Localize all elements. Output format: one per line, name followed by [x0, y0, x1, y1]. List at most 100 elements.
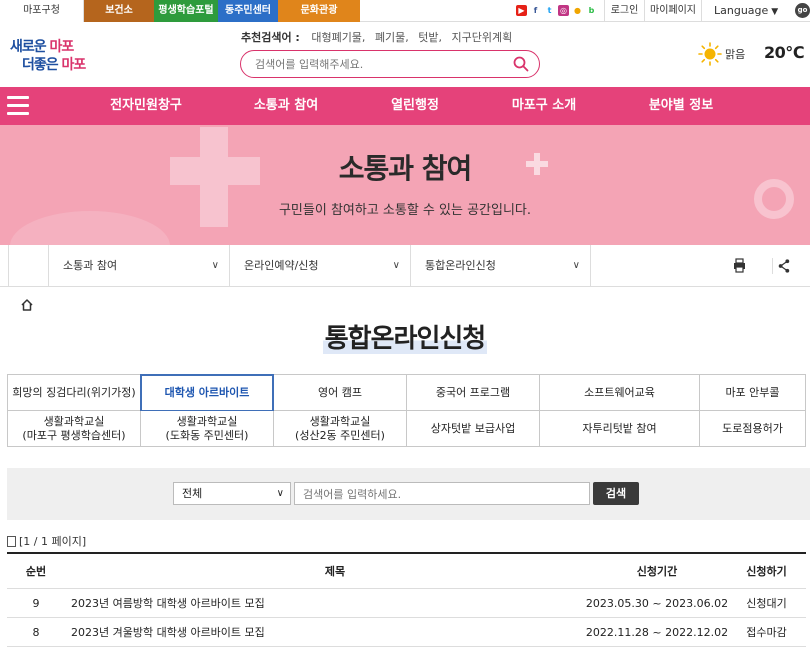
print-icon[interactable]	[726, 258, 752, 274]
location-label: 소통과 참여	[63, 259, 118, 272]
column-header-title: 제목	[324, 565, 346, 578]
category-tab[interactable]: 상자텃밭 보급사업	[407, 411, 540, 447]
site-search-input[interactable]	[255, 56, 505, 72]
recommended-keywords: 추천검색어 : 대형폐기물, 폐기물, 텃밭, 지구단위계획	[241, 29, 518, 45]
share-icon[interactable]	[772, 258, 794, 274]
youtube-icon[interactable]: ▶	[516, 5, 527, 16]
location-label: 통합온라인신청	[425, 259, 496, 272]
section-banner: 소통과 참여 구민들이 참여하고 소통할 수 있는 공간입니다.	[0, 125, 810, 245]
category-tab[interactable]: 중국어 프로그램	[407, 375, 540, 411]
category-tab[interactable]: 생활과학교실 (도화동 주민센터)	[141, 411, 274, 447]
column-header-period: 신청기간	[636, 565, 678, 578]
nav-open-administration[interactable]: 열린행정	[380, 87, 450, 125]
category-tab[interactable]: 자투리텃밭 참여	[540, 411, 700, 447]
sns-links: ▶ f t ◎ ● b	[516, 5, 597, 17]
band-icon[interactable]: b	[586, 5, 597, 16]
location-dropdown-depth3[interactable]: 통합온라인신청 ∨	[410, 245, 591, 287]
row-title-link[interactable]: 2023년 여름방학 대학생 아르바이트 모집	[65, 589, 605, 617]
category-label: 희망의 징검다리(위기가정)	[12, 385, 136, 399]
category-label: 생활과학교실	[176, 414, 238, 428]
page-title-text: 통합온라인신청	[322, 324, 488, 354]
chevron-down-icon: ∨	[211, 260, 219, 271]
chevron-down-icon: ∨	[276, 488, 284, 499]
weather-widget: 맑음 20℃	[696, 40, 810, 68]
page-info-text: [1 / 1 페이지]	[19, 535, 87, 548]
logo-text: 새로운	[10, 39, 50, 55]
site-tab-community-center[interactable]: 동주민센터	[218, 0, 278, 22]
site-header: 새로운 마포 더좋은 마포 추천검색어 : 대형폐기물, 폐기물, 텃밭, 지구…	[0, 22, 810, 87]
category-label: 자투리텃밭 참여	[582, 421, 657, 435]
login-link[interactable]: 로그인	[604, 0, 644, 22]
language-label: Language	[714, 4, 769, 17]
category-label: 생활과학교실	[309, 414, 371, 428]
category-label: 소프트웨어교육	[584, 385, 655, 399]
banner-title: 소통과 참여	[338, 152, 473, 185]
menu-icon[interactable]	[7, 96, 29, 116]
row-apply-status: 접수마감	[746, 626, 787, 639]
category-label-sub: (성산2동 주민센터)	[295, 428, 385, 442]
nav-about-mapo[interactable]: 마포구 소개	[500, 87, 588, 125]
category-tab[interactable]: 생활과학교실 (마포구 평생학습센터)	[8, 411, 141, 447]
category-tab[interactable]: 도로점용허가	[700, 411, 806, 447]
location-dropdown-depth1[interactable]: 소통과 참여 ∨	[48, 245, 229, 287]
row-title-link[interactable]: 2023년 겨울방학 대학생 아르바이트 모집	[65, 618, 605, 646]
kakao-story-icon[interactable]: ●	[572, 5, 583, 16]
location-label: 온라인예약/신청	[244, 259, 319, 272]
language-go-button[interactable]: go	[795, 3, 810, 18]
category-tab[interactable]: 소프트웨어교육	[540, 375, 700, 411]
application-list-table: 순번 제목 신청기간 신청하기 9 2023년 여름방학 대학생 아르바이트 모…	[7, 552, 806, 647]
chevron-down-icon: ▼	[771, 7, 779, 17]
search-icon[interactable]	[513, 56, 529, 72]
category-tab[interactable]: 영어 캠프	[274, 375, 407, 411]
keyword-input[interactable]	[303, 487, 583, 501]
weather-temperature: 20℃	[764, 43, 805, 62]
table-row[interactable]: 8 2023년 겨울방학 대학생 아르바이트 모집 2022.11.28 ~ 2…	[7, 618, 806, 647]
mapo-logo[interactable]: 새로운 마포 더좋은 마포	[10, 34, 110, 74]
site-tab-health-center[interactable]: 보건소	[84, 0, 154, 22]
home-icon[interactable]	[20, 298, 34, 312]
category-tab[interactable]: 마포 안부콜	[700, 375, 806, 411]
mypage-link[interactable]: 마이페이지	[644, 0, 701, 22]
instagram-icon[interactable]: ◎	[558, 5, 569, 16]
category-tab-active[interactable]: 대학생 아르바이트	[140, 374, 274, 412]
column-header-apply: 신청하기	[746, 565, 787, 578]
table-row[interactable]: 9 2023년 여름방학 대학생 아르바이트 모집 2023.05.30 ~ 2…	[7, 589, 806, 618]
search-button[interactable]: 검색	[593, 482, 639, 505]
keyword-box	[294, 482, 590, 505]
page-title: 통합온라인신청	[0, 318, 810, 355]
logo-text: 더좋은	[22, 57, 62, 73]
main-navigation: 전자민원창구 소통과 참여 열린행정 마포구 소개 분야별 정보	[0, 87, 810, 125]
category-tab[interactable]: 생활과학교실 (성산2동 주민센터)	[274, 411, 407, 447]
logo-text: 마포	[49, 39, 75, 55]
nav-communication[interactable]: 소통과 참여	[244, 87, 328, 125]
category-tab[interactable]: 희망의 징검다리(위기가정)	[8, 375, 141, 411]
nav-e-civil-service[interactable]: 전자민원창구	[100, 87, 192, 125]
recommend-term[interactable]: 지구단위계획	[452, 31, 513, 44]
twitter-icon[interactable]: t	[544, 5, 555, 16]
search-field-select[interactable]: 전체 ∨	[173, 482, 291, 505]
category-label: 상자텃밭 보급사업	[430, 421, 516, 435]
site-tab-lifelong-learning[interactable]: 평생학습포털	[154, 0, 218, 22]
site-search-box	[240, 50, 540, 78]
banner-subtitle: 구민들이 참여하고 소통할 수 있는 공간입니다.	[278, 203, 532, 218]
recommend-term[interactable]: 폐기물,	[375, 31, 409, 44]
facebook-icon[interactable]: f	[530, 5, 541, 16]
site-tab-culture-tourism[interactable]: 문화관광	[278, 0, 360, 22]
location-dropdown-depth2[interactable]: 온라인예약/신청 ∨	[229, 245, 410, 287]
row-apply-status: 신청대기	[746, 597, 787, 610]
logo-text: 마포	[61, 57, 87, 73]
chevron-down-icon: ∨	[392, 260, 400, 271]
weather-condition: 맑음	[725, 48, 746, 61]
site-tab-mapo-gu[interactable]: 마포구청	[0, 0, 84, 22]
language-select[interactable]: Language ▼ go	[701, 0, 810, 22]
nav-field-info[interactable]: 분야별 정보	[636, 87, 726, 125]
select-value: 전체	[182, 487, 203, 500]
recommend-term[interactable]: 텃밭,	[418, 31, 442, 44]
recommend-term[interactable]: 대형폐기물,	[311, 31, 365, 44]
document-icon	[7, 536, 16, 547]
top-utility-bar: 마포구청 보건소 평생학습포털 동주민센터 문화관광 ▶ f t ◎ ● b 로…	[0, 0, 810, 22]
column-header-no: 순번	[25, 565, 47, 578]
page-info: [1 / 1 페이지]	[7, 533, 87, 548]
row-number: 8	[32, 625, 40, 639]
location-bar: 소통과 참여 ∨ 온라인예약/신청 ∨ 통합온라인신청 ∨	[0, 245, 810, 287]
